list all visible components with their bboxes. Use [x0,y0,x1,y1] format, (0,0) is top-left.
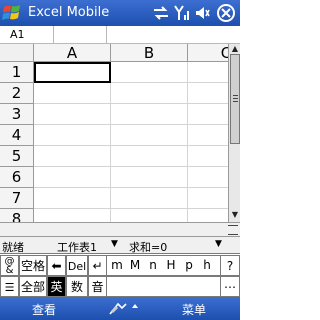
pinyin-mode-key[interactable]: 音 [88,276,107,297]
spreadsheet-grid[interactable]: A B C 1 2 3 4 5 6 7 8 [0,44,228,222]
scroll-down-icon[interactable]: ▼ [229,210,241,220]
scroll-thumb[interactable] [230,54,240,144]
caret-up-icon [132,304,138,308]
ok-close-icon[interactable] [216,4,236,22]
candidate-n[interactable]: n [144,255,162,276]
input-method-panel: @ & 空格 ⬅ Del ↵ m M n H p h ? ☰ 全部 英 数 音 ⋯ [0,253,240,297]
list-icon[interactable]: ☰ [0,276,19,297]
row-header-7[interactable]: 7 [0,188,34,209]
column-header-c[interactable]: C [188,44,228,62]
row-header-3[interactable]: 3 [0,104,34,125]
number-mode-key[interactable]: 数 [66,276,88,297]
formula-row: A1 [0,26,240,44]
candidate-m-upper[interactable]: M [126,255,144,276]
sheet-dropdown[interactable]: 工作表1 ▼ [55,238,123,254]
sum-dropdown[interactable]: 求和=0 ▼ [127,238,227,254]
backspace-arrow-icon[interactable]: ⬅ [47,255,66,276]
more-icon[interactable]: ⋯ [220,276,240,297]
app-title: Excel Mobile [28,5,110,20]
column-header-a[interactable]: A [34,44,111,62]
cell-b4[interactable] [111,125,188,146]
row-header-1[interactable]: 1 [0,62,34,83]
scroll-up-icon[interactable]: ▲ [229,44,241,54]
cell-c6[interactable] [188,167,228,188]
row-header-5[interactable]: 5 [0,146,34,167]
space-key[interactable]: 空格 [19,255,47,276]
vertical-scrollbar[interactable]: ▲ ▼ [228,44,240,222]
cell-c2[interactable] [188,83,228,104]
view-softkey[interactable]: 查看 [32,301,56,318]
speaker-icon[interactable] [194,4,210,22]
cell-a6[interactable] [34,167,111,188]
row-header-8[interactable]: 8 [0,209,34,222]
cell-b1[interactable] [111,62,188,83]
cell-c8[interactable] [188,209,228,222]
row-header-2[interactable]: 2 [0,83,34,104]
signal-antenna-icon[interactable] [173,4,191,22]
english-mode-key[interactable]: 英 [47,276,66,297]
cell-c4[interactable] [188,125,228,146]
cell-a5[interactable] [34,146,111,167]
cell-a2[interactable] [34,83,111,104]
horizontal-scrollbar[interactable] [0,222,240,236]
windows-logo-icon[interactable] [2,3,22,23]
cell-b7[interactable] [111,188,188,209]
input-panel-icon[interactable] [106,299,140,318]
cell-c1[interactable] [188,62,228,83]
cell-a4[interactable] [34,125,111,146]
cell-b3[interactable] [111,104,188,125]
candidate-h[interactable]: h [198,255,216,276]
help-key[interactable]: ? [220,255,240,276]
title-bar: Excel Mobile [0,0,240,26]
active-cell[interactable] [34,62,111,83]
scroll-grip-icon [228,225,238,235]
cell-a7[interactable] [34,188,111,209]
sheet-status-bar: 就绪 工作表1 ▼ 求和=0 ▼ [0,236,240,254]
cell-b2[interactable] [111,83,188,104]
chevron-down-icon: ▼ [215,239,222,249]
formula-bar[interactable] [55,26,107,43]
all-mode-key[interactable]: 全部 [19,276,47,297]
cell-c7[interactable] [188,188,228,209]
menu-bar: 查看 菜单 [0,297,240,320]
candidate-m[interactable]: m [108,255,126,276]
cell-c5[interactable] [188,146,228,167]
column-header-b[interactable]: B [111,44,188,62]
cell-a8[interactable] [34,209,111,222]
chevron-down-icon: ▼ [111,239,118,249]
select-all-corner[interactable] [0,44,34,62]
enter-arrow-icon[interactable]: ↵ [88,255,107,276]
cell-b5[interactable] [111,146,188,167]
menu-softkey[interactable]: 菜单 [182,301,206,318]
cell-a3[interactable] [34,104,111,125]
at-symbols-icon[interactable]: @ & [0,255,19,276]
candidate-bar-2 [107,276,220,297]
cell-c3[interactable] [188,104,228,125]
sync-arrows-icon[interactable] [152,4,170,22]
cell-b6[interactable] [111,167,188,188]
candidate-p[interactable]: p [180,255,198,276]
candidate-h-upper[interactable]: H [162,255,180,276]
name-box[interactable]: A1 [0,26,54,43]
cell-b8[interactable] [111,209,188,222]
delete-key[interactable]: Del [66,255,88,276]
row-header-4[interactable]: 4 [0,125,34,146]
row-header-6[interactable]: 6 [0,167,34,188]
